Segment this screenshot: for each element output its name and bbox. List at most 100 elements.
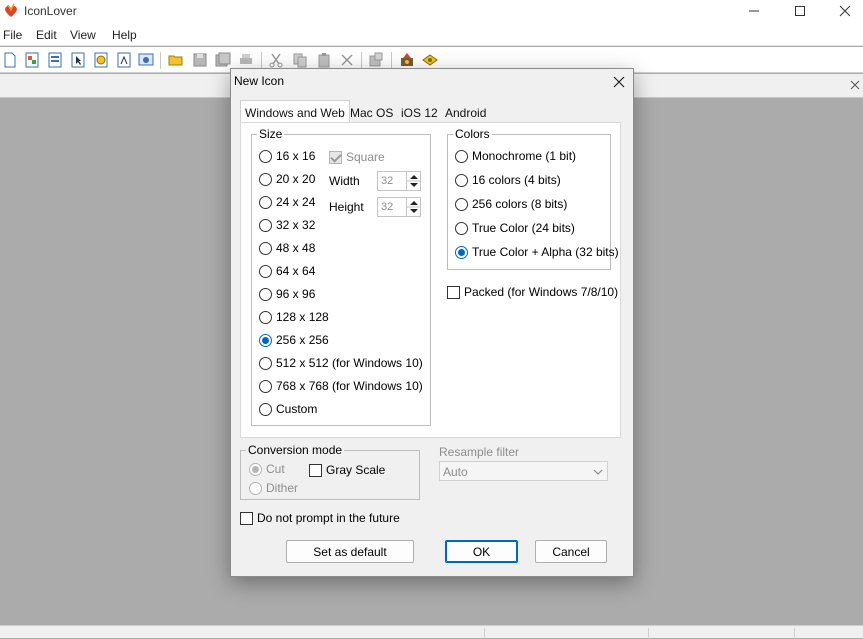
color-option-16[interactable]: 16 colors (4 bits) bbox=[455, 173, 561, 187]
size-option-128[interactable]: 128 x 128 bbox=[259, 310, 329, 324]
checkbox-box bbox=[240, 511, 253, 525]
packed-label: Packed (for Windows 7/8/10) bbox=[464, 285, 619, 299]
toolbar-separator bbox=[160, 52, 161, 69]
size-option-32[interactable]: 32 x 32 bbox=[259, 218, 315, 232]
size-option-label: 768 x 768 (for Windows 10) bbox=[276, 379, 423, 393]
radio-circle-selected bbox=[249, 462, 262, 476]
save-all-icon bbox=[215, 52, 231, 67]
radio-circle bbox=[259, 264, 272, 278]
radio-circle bbox=[259, 241, 272, 255]
size-option-label: 32 x 32 bbox=[276, 218, 316, 232]
gray-scale-checkbox[interactable]: Gray Scale bbox=[309, 463, 385, 477]
cancel-button[interactable]: Cancel bbox=[535, 540, 607, 563]
resample-filter-label: Resample filter bbox=[439, 445, 520, 459]
capture-icon[interactable] bbox=[138, 52, 154, 68]
size-option-custom[interactable]: Custom bbox=[259, 402, 317, 416]
dialog-close-icon[interactable] bbox=[611, 74, 627, 90]
width-value: 32 bbox=[381, 175, 394, 187]
size-option-512[interactable]: 512 x 512 (for Windows 10) bbox=[259, 356, 423, 370]
color-option-label: True Color + Alpha (32 bits) bbox=[472, 245, 619, 259]
height-value: 32 bbox=[381, 201, 394, 213]
size-option-24[interactable]: 24 x 24 bbox=[259, 195, 315, 209]
size-option-256[interactable]: 256 x 256 bbox=[259, 333, 329, 347]
packed-checkbox[interactable]: Packed (for Windows 7/8/10) bbox=[447, 285, 618, 299]
color-option-label: Monochrome (1 bit) bbox=[472, 149, 577, 163]
spin-arrows-icon bbox=[407, 175, 421, 187]
radio-circle bbox=[259, 149, 272, 163]
size-group: Size 16 x 16 20 x 20 24 x 24 32 x 32 48 … bbox=[251, 127, 431, 426]
radio-circle bbox=[455, 173, 468, 187]
color-option-label: 16 colors (4 bits) bbox=[472, 173, 561, 187]
menu-bar: File Edit View Help bbox=[0, 24, 863, 46]
cut-icon bbox=[269, 53, 283, 68]
app-title: IconLover bbox=[24, 4, 77, 18]
radio-circle bbox=[455, 221, 468, 235]
new-icon-icon[interactable] bbox=[24, 52, 40, 68]
resample-filter-value: Auto bbox=[443, 465, 468, 479]
size-option-768[interactable]: 768 x 768 (for Windows 10) bbox=[259, 379, 423, 393]
minimize-button[interactable] bbox=[731, 0, 777, 22]
new-library-icon[interactable] bbox=[47, 52, 63, 68]
status-separator bbox=[794, 628, 795, 639]
size-option-label: 64 x 64 bbox=[276, 264, 316, 278]
radio-circle bbox=[259, 356, 272, 370]
do-not-prompt-checkbox[interactable]: Do not prompt in the future bbox=[240, 511, 400, 525]
size-option-96[interactable]: 96 x 96 bbox=[259, 287, 315, 301]
conversion-mode-label: Conversion mode bbox=[246, 443, 345, 457]
set-as-default-button[interactable]: Set as default bbox=[286, 540, 414, 563]
menu-help[interactable]: Help bbox=[112, 28, 137, 42]
wizard-icon[interactable] bbox=[399, 52, 415, 68]
tab-android[interactable]: Android bbox=[440, 102, 491, 123]
tab-ios-12[interactable]: iOS 12 bbox=[396, 102, 443, 123]
color-option-true-color-alpha[interactable]: True Color + Alpha (32 bits) bbox=[455, 245, 619, 259]
tab-panel: Size 16 x 16 20 x 20 24 x 24 32 x 32 48 … bbox=[240, 122, 621, 438]
status-separator bbox=[484, 628, 485, 639]
menu-edit[interactable]: Edit bbox=[36, 28, 57, 42]
new-image-icon[interactable] bbox=[116, 52, 132, 68]
tab-windows-and-web[interactable]: Windows and Web bbox=[240, 100, 350, 122]
size-option-64[interactable]: 64 x 64 bbox=[259, 264, 315, 278]
menu-view[interactable]: View bbox=[70, 28, 96, 42]
new-icon-dialog: New Icon Windows and Web Mac OS iOS 12 A… bbox=[230, 68, 634, 577]
menu-file[interactable]: File bbox=[3, 28, 22, 42]
book-icon[interactable] bbox=[422, 52, 438, 68]
properties-icon bbox=[369, 52, 383, 67]
radio-circle bbox=[259, 172, 272, 186]
color-option-true-color[interactable]: True Color (24 bits) bbox=[455, 221, 575, 235]
maximize-button[interactable] bbox=[777, 0, 823, 22]
delete-icon bbox=[341, 54, 353, 66]
size-option-48[interactable]: 48 x 48 bbox=[259, 241, 315, 255]
ok-button[interactable]: OK bbox=[445, 540, 518, 563]
size-option-label: Custom bbox=[276, 402, 318, 416]
color-option-monochrome[interactable]: Monochrome (1 bit) bbox=[455, 149, 576, 163]
color-option-256[interactable]: 256 colors (8 bits) bbox=[455, 197, 567, 211]
width-label: Width bbox=[329, 174, 360, 188]
open-folder-icon[interactable] bbox=[168, 52, 184, 68]
color-option-label: 256 colors (8 bits) bbox=[472, 197, 568, 211]
resample-filter-select: Auto bbox=[439, 461, 608, 481]
radio-circle bbox=[259, 218, 272, 232]
conversion-mode-group: Conversion mode Cut Dither Gray Scale bbox=[240, 443, 420, 500]
size-option-label: 48 x 48 bbox=[276, 241, 316, 255]
square-checkbox: Square bbox=[329, 150, 385, 164]
paste-icon bbox=[318, 53, 330, 68]
new-cursor-icon[interactable] bbox=[70, 52, 86, 68]
size-option-16[interactable]: 16 x 16 bbox=[259, 149, 315, 163]
chevron-down-icon bbox=[593, 469, 603, 475]
cut-label: Cut bbox=[266, 462, 285, 476]
do-not-prompt-label: Do not prompt in the future bbox=[257, 511, 400, 525]
color-option-label: True Color (24 bits) bbox=[472, 221, 575, 235]
copy-icon bbox=[293, 53, 307, 68]
checkbox-box bbox=[309, 463, 322, 477]
close-document-icon[interactable] bbox=[849, 79, 861, 91]
new-file-icon[interactable] bbox=[2, 52, 18, 68]
close-window-button[interactable] bbox=[822, 0, 863, 22]
new-animated-cursor-icon[interactable] bbox=[93, 52, 109, 68]
size-option-20[interactable]: 20 x 20 bbox=[259, 172, 315, 186]
radio-circle bbox=[259, 287, 272, 301]
size-option-label: 16 x 16 bbox=[276, 149, 316, 163]
save-icon bbox=[193, 53, 207, 67]
width-spinner-arrows bbox=[406, 172, 421, 190]
app-logo-icon bbox=[5, 3, 17, 17]
tab-mac-os[interactable]: Mac OS bbox=[345, 102, 398, 123]
